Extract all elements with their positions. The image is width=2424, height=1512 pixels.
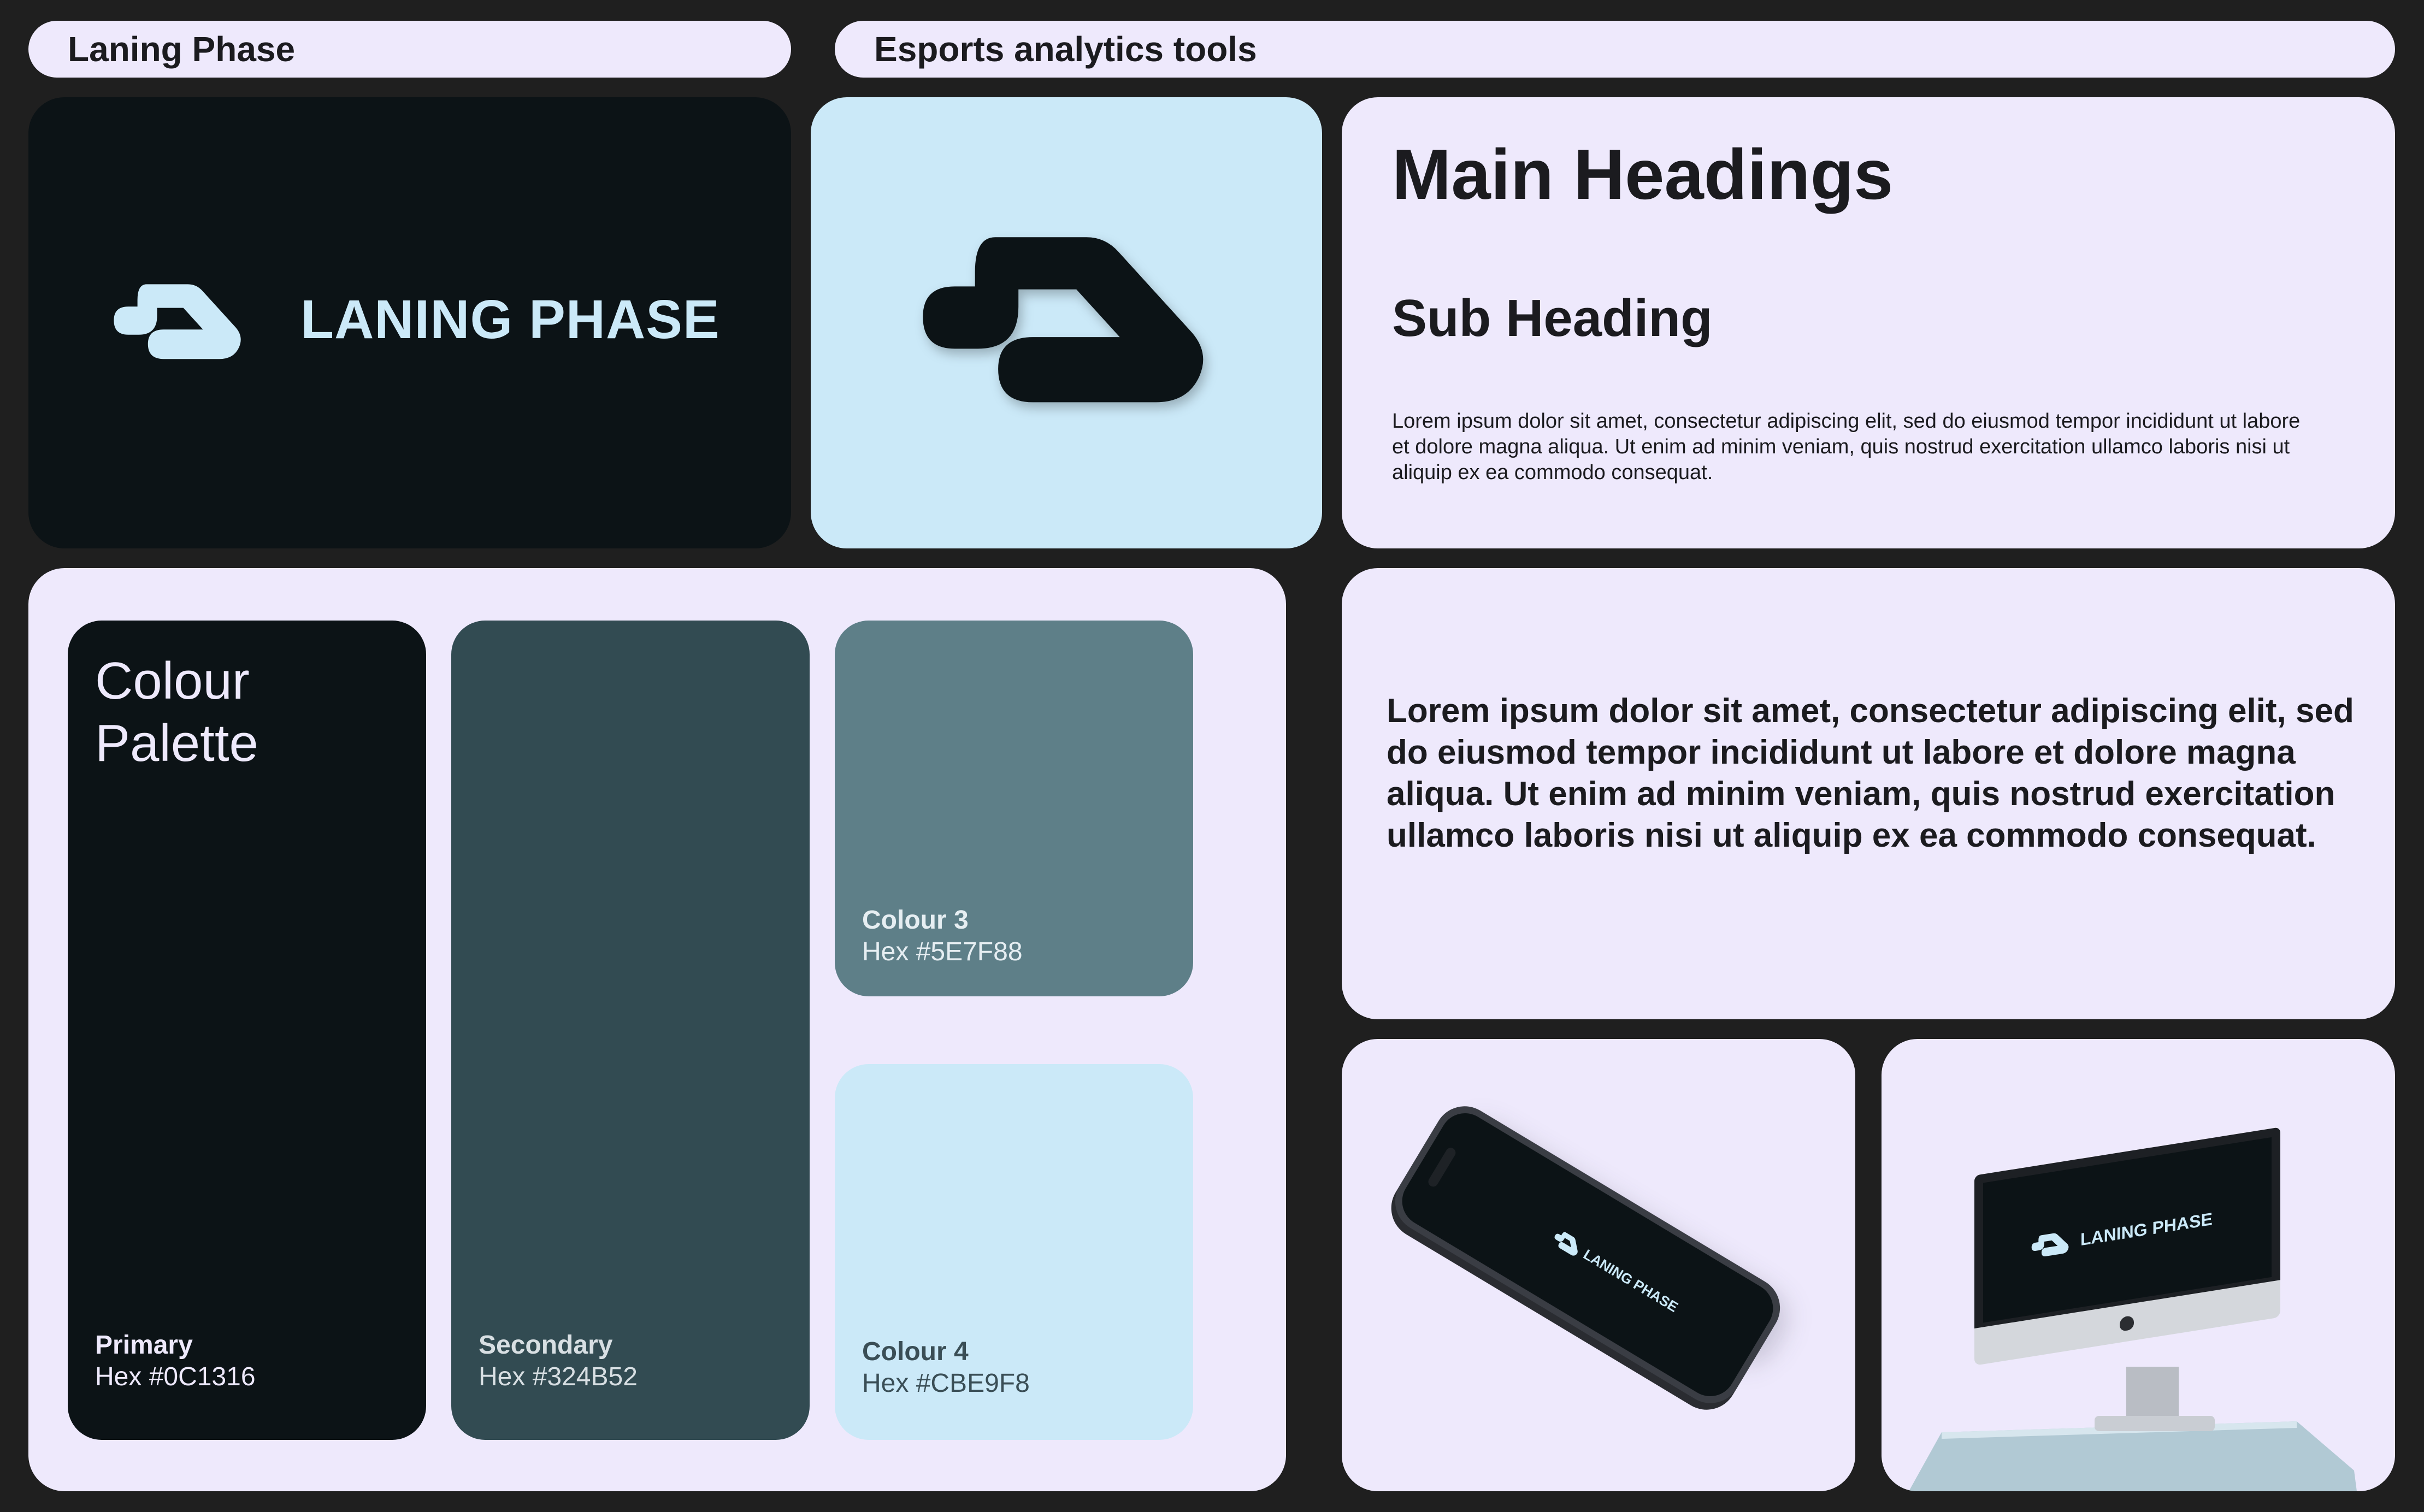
- quote-text: Lorem ipsum dolor sit amet, consectetur …: [1387, 692, 2354, 854]
- phone-device: LANING PHASE: [1384, 1095, 1791, 1415]
- laning-phase-logo-icon: [113, 283, 244, 362]
- quote-card: Lorem ipsum dolor sit amet, consectetur …: [1342, 568, 2395, 1019]
- palette-card: Colour Palette Primary Hex #0C1316 Secon…: [28, 568, 1286, 1491]
- colour4-swatch: Colour 4 Hex #CBE9F8: [835, 1064, 1193, 1440]
- palette-title-line1: Colour: [95, 652, 250, 710]
- secondary-name: Secondary: [479, 1331, 613, 1360]
- colour4-label: Colour 4 Hex #CBE9F8: [862, 1336, 1030, 1399]
- colour4-hex: Hex #CBE9F8: [862, 1369, 1030, 1398]
- laning-phase-logo-icon: [2031, 1230, 2069, 1259]
- apple-logo-icon: [2120, 1315, 2134, 1332]
- logo-wordmark: LANING PHASE: [300, 289, 720, 350]
- palette-title-line2: Palette: [95, 714, 258, 772]
- monitor-wordmark: LANING PHASE: [2080, 1208, 2213, 1250]
- primary-label: Primary Hex #0C1316: [95, 1330, 256, 1393]
- monitor-device: LANING PHASE: [1974, 1094, 2280, 1372]
- main-heading-sample: Main Headings: [1392, 134, 1894, 214]
- monitor-stand: [2126, 1367, 2179, 1421]
- phone-mockup-card: LANING PHASE: [1342, 1039, 1855, 1491]
- colour4-name: Colour 4: [862, 1337, 969, 1366]
- colour3-name: Colour 3: [862, 906, 969, 935]
- tagline-pill: Esports analytics tools: [835, 21, 2395, 78]
- body-text-sample: Lorem ipsum dolor sit amet, consectetur …: [1392, 410, 2301, 484]
- icon-card: [811, 97, 1322, 548]
- brand-pill: Laning Phase: [28, 21, 791, 78]
- sub-heading-sample: Sub Heading: [1392, 289, 1713, 347]
- palette-title: Colour Palette: [95, 650, 258, 775]
- laning-phase-logo-icon: [920, 234, 1210, 409]
- typography-card: Main Headings Sub Heading Lorem ipsum do…: [1342, 97, 2395, 548]
- colour3-swatch: Colour 3 Hex #5E7F88: [835, 621, 1193, 996]
- secondary-hex: Hex #324B52: [479, 1362, 638, 1391]
- colour3-hex: Hex #5E7F88: [862, 937, 1023, 966]
- primary-swatch: Colour Palette Primary Hex #0C1316: [68, 621, 426, 1440]
- logo-card: LANING PHASE: [28, 97, 791, 548]
- tagline-pill-label: Esports analytics tools: [874, 29, 1257, 69]
- primary-name: Primary: [95, 1331, 193, 1360]
- secondary-swatch: Secondary Hex #324B52: [451, 621, 810, 1440]
- monitor-mockup-card: LANING PHASE: [1882, 1039, 2395, 1491]
- primary-hex: Hex #0C1316: [95, 1362, 256, 1391]
- brand-pill-label: Laning Phase: [68, 29, 296, 69]
- secondary-label: Secondary Hex #324B52: [479, 1330, 638, 1393]
- monitor-base: [2095, 1416, 2215, 1431]
- colour3-label: Colour 3 Hex #5E7F88: [862, 905, 1023, 968]
